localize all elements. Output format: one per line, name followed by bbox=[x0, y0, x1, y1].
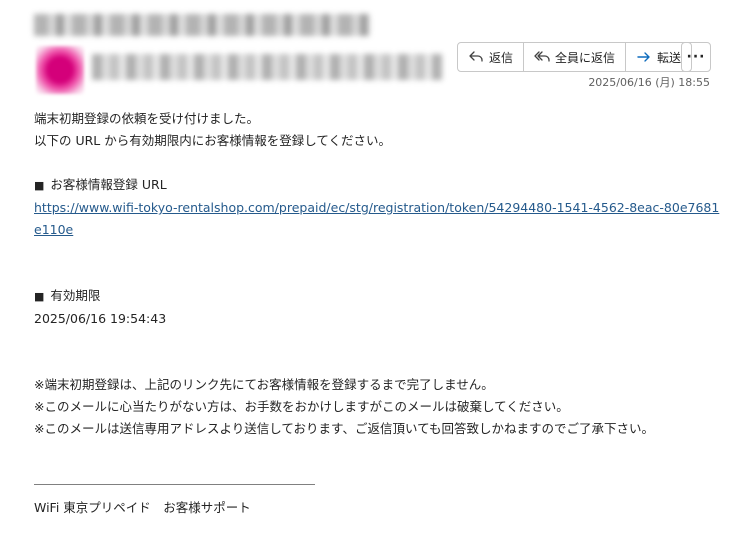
note-3: ※このメールは送信専用アドレスより送信しております、ご返信頂いても回答致しかねま… bbox=[34, 421, 654, 436]
expiry-value: 2025/06/16 19:54:43 bbox=[34, 311, 167, 326]
section-url-heading: ■ お客様情報登録 URL bbox=[34, 174, 724, 197]
body-line-1: 端末初期登録の依頼を受け付けました。 bbox=[34, 111, 260, 126]
signature: WiFi 東京プリペイド お客様サポート bbox=[34, 500, 251, 515]
note-2: ※このメールに心当たりがない方は、お手数をおかけしますがこのメールは破棄してくだ… bbox=[34, 399, 569, 414]
message-actions-toolbar: 返信 全員に返信 転送 bbox=[457, 42, 693, 72]
forward-label: 転送 bbox=[657, 50, 682, 65]
email-subject-redacted bbox=[34, 14, 370, 36]
signature-divider bbox=[34, 484, 315, 485]
bullet-square: ■ bbox=[34, 179, 45, 192]
note-1: ※端末初期登録は、上記のリンク先にてお客様情報を登録するまで完了しません。 bbox=[34, 377, 494, 392]
body-line-2: 以下の URL から有効期限内にお客様情報を登録してください。 bbox=[34, 133, 391, 148]
email-body: 端末初期登録の依頼を受け付けました。 以下の URL から有効期限内にお客様情報… bbox=[34, 108, 724, 519]
registration-link[interactable]: https://www.wifi-tokyo-rentalshop.com/pr… bbox=[34, 200, 719, 237]
reply-all-icon bbox=[534, 51, 550, 62]
sender-avatar[interactable] bbox=[36, 46, 84, 94]
reply-icon bbox=[469, 51, 483, 62]
reply-all-button[interactable]: 全員に返信 bbox=[524, 43, 627, 71]
reply-button[interactable]: 返信 bbox=[458, 43, 525, 71]
forward-icon bbox=[637, 52, 650, 62]
email-reading-pane: 返信 全員に返信 転送 ··· 2025/06/16 (月) 18:55 端末初… bbox=[0, 0, 752, 548]
section-expiry-heading: ■ 有効期限 bbox=[34, 285, 724, 308]
sender-info-redacted[interactable] bbox=[92, 54, 442, 80]
bullet-square: ■ bbox=[34, 290, 45, 303]
reply-all-label: 全員に返信 bbox=[555, 50, 616, 65]
more-actions-button[interactable]: ··· bbox=[681, 42, 711, 72]
reply-label: 返信 bbox=[489, 50, 514, 65]
more-icon: ··· bbox=[686, 49, 706, 65]
section-expiry-title: 有効期限 bbox=[50, 288, 101, 303]
received-date: 2025/06/16 (月) 18:55 bbox=[588, 76, 710, 89]
section-url-title: お客様情報登録 URL bbox=[50, 177, 167, 192]
